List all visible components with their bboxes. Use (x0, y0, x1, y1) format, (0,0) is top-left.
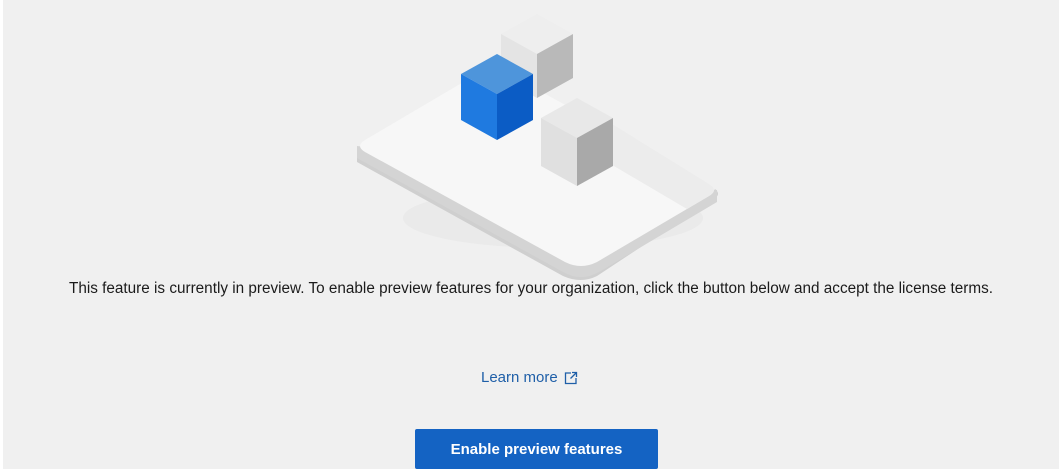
preview-message: This feature is currently in preview. To… (69, 280, 993, 297)
preview-feature-panel: This feature is currently in preview. To… (3, 0, 1059, 469)
learn-more-link[interactable]: Learn more (481, 369, 578, 386)
learn-more-label: Learn more (481, 369, 558, 386)
isometric-cubes-illustration (357, 14, 718, 280)
enable-preview-features-button[interactable]: Enable preview features (415, 429, 658, 469)
external-link-icon (564, 371, 578, 385)
